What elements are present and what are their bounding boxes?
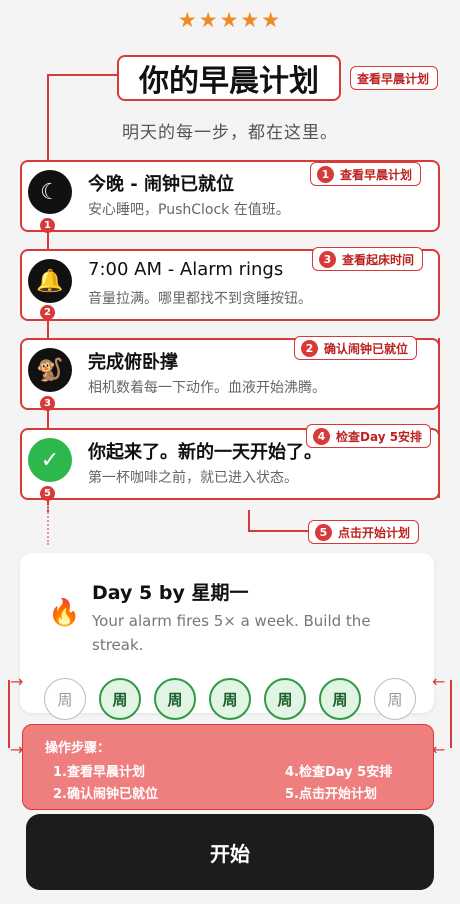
callout-confirm-alarm: 2 确认闹钟已就位 xyxy=(294,336,418,360)
day-toggle[interactable]: 周 xyxy=(44,678,86,720)
step-marker: 1 xyxy=(40,218,55,233)
day-toggle[interactable]: 周 xyxy=(99,678,141,720)
step-desc: 音量拉满。哪里都找不到贪睡按钮。 xyxy=(88,291,312,307)
callout-title-label: 查看早晨计划 xyxy=(357,71,430,86)
day-toggle[interactable]: 周 xyxy=(264,678,306,720)
streak-desc: Your alarm fires 5× a week. Build the st… xyxy=(92,612,371,654)
step-desc: 第一杯咖啡之前，就已进入状态。 xyxy=(88,470,298,486)
callout-number: 4 xyxy=(313,427,330,445)
streak-title: Day 5 by 星期一 xyxy=(92,582,249,604)
arrow-left-icon: ← xyxy=(432,672,446,691)
callout-check-day5: 4 检查Day 5安排 xyxy=(306,424,432,448)
arrow-left-icon: ← xyxy=(432,740,446,759)
timeline-dots xyxy=(47,505,49,545)
step-marker: 5 xyxy=(40,486,55,501)
fire-icon: 🔥 xyxy=(48,598,81,628)
annotation-line xyxy=(248,530,308,532)
guide-step: 1.查看早晨计划 xyxy=(53,765,145,780)
annotation-line xyxy=(248,510,250,532)
callout-number: 1 xyxy=(317,165,334,183)
step-marker: 3 xyxy=(40,396,55,411)
callout-title: 查看早晨计划 xyxy=(350,66,439,90)
step-marker: 2 xyxy=(40,305,55,320)
guide-title: 操作步骤： xyxy=(45,741,111,756)
day-toggle[interactable]: 周 xyxy=(209,678,251,720)
step-title: 今晚 - 闹钟已就位 xyxy=(88,174,235,195)
callout-number: 2 xyxy=(301,339,318,357)
pushup-avatar-icon: 🐒 xyxy=(28,348,72,392)
callout-number: 3 xyxy=(319,250,336,268)
guide-step: 2.确认闹钟已就位 xyxy=(53,787,158,802)
step-desc: 相机数着每一下动作。血液开始沸腾。 xyxy=(88,380,326,396)
callout-label: 查看起床时间 xyxy=(342,252,415,267)
rating-stars: ★★★★★ xyxy=(177,8,283,32)
day-toggle[interactable]: 周 xyxy=(319,678,361,720)
callout-view-plan: 1 查看早晨计划 xyxy=(310,162,422,186)
step-title: 完成俯卧撑 xyxy=(88,352,178,373)
callout-label: 点击开始计划 xyxy=(338,525,411,540)
checkmark-icon: ✓ xyxy=(28,438,72,482)
bell-icon: 🔔 xyxy=(28,259,72,303)
step-desc: 安心睡吧，PushClock 在值班。 xyxy=(88,202,290,218)
guide-step: 5.点击开始计划 xyxy=(285,787,377,802)
annotation-line xyxy=(47,74,117,76)
callout-label: 检查Day 5安排 xyxy=(336,429,423,444)
page-subtitle: 明天的每一步，都在这里。 xyxy=(122,123,338,143)
callout-label: 查看早晨计划 xyxy=(340,167,413,182)
callout-label: 确认闹钟已就位 xyxy=(324,341,409,356)
start-button[interactable]: 开始 xyxy=(26,814,434,890)
callout-start-plan: 5 点击开始计划 xyxy=(308,520,420,544)
callout-number: 5 xyxy=(315,523,332,541)
arrow-right-icon: → xyxy=(10,672,24,691)
step-title: 你起来了。新的一天开始了。 xyxy=(88,442,322,463)
page-title: 你的早晨计划 xyxy=(117,55,341,101)
moon-icon: ☾ xyxy=(28,170,72,214)
step-title: 7:00 AM - Alarm rings xyxy=(88,259,284,280)
day-toggle[interactable]: 周 xyxy=(154,678,196,720)
steps-guide: 操作步骤： 1.查看早晨计划 2.确认闹钟已就位 4.检查Day 5安排 5.点… xyxy=(22,724,434,810)
guide-step: 4.检查Day 5安排 xyxy=(285,765,393,780)
annotation-line xyxy=(450,680,452,748)
day-toggle[interactable]: 周 xyxy=(374,678,416,720)
day-selector: 周 周 周 周 周 周 周 xyxy=(44,678,416,720)
callout-wake-time: 3 查看起床时间 xyxy=(312,247,424,271)
